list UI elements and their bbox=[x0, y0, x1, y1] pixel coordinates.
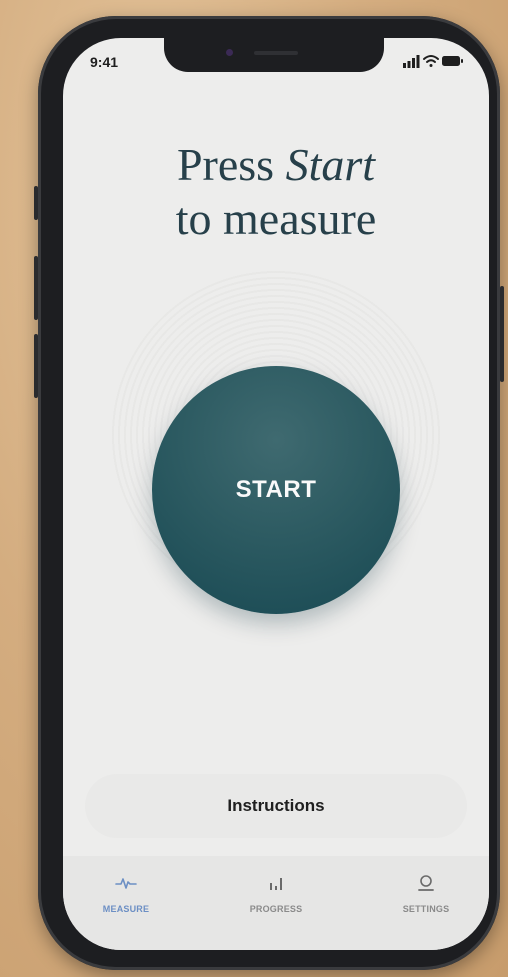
headline-line1: Press Start bbox=[63, 138, 489, 192]
wifi-icon bbox=[423, 55, 439, 67]
power-button bbox=[500, 286, 504, 382]
headline-line2: to measure bbox=[175, 193, 377, 244]
tab-measure-label: MEASURE bbox=[102, 904, 150, 914]
tab-settings-label: SETTINGS bbox=[402, 904, 450, 914]
tab-settings[interactable]: SETTINGS bbox=[371, 874, 481, 914]
instructions-button[interactable]: Instructions bbox=[85, 774, 467, 838]
headline-prefix: Press bbox=[176, 139, 286, 190]
tab-progress-label: PROGRESS bbox=[249, 904, 303, 914]
headline-emphasis: Start bbox=[285, 139, 376, 190]
tab-measure[interactable]: MEASURE bbox=[71, 874, 181, 914]
tab-bar: MEASURE PROGRESS SETTINGS bbox=[63, 856, 489, 950]
speaker-grille bbox=[254, 51, 298, 55]
pulse-icon bbox=[115, 878, 137, 889]
app-screen: 9:41 Press Start to measure START Instru… bbox=[63, 38, 489, 950]
start-button-label: START bbox=[235, 476, 317, 503]
volume-up-button bbox=[34, 256, 38, 320]
front-camera bbox=[226, 49, 233, 56]
battery-icon bbox=[442, 56, 463, 66]
status-icons bbox=[403, 55, 463, 68]
status-time: 9:41 bbox=[90, 54, 119, 70]
tab-progress[interactable]: PROGRESS bbox=[221, 874, 331, 914]
instructions-button-label: Instructions bbox=[227, 796, 325, 815]
volume-down-button bbox=[34, 334, 38, 398]
mute-switch bbox=[34, 186, 38, 220]
signal-icon bbox=[403, 55, 420, 68]
start-button[interactable]: START bbox=[152, 366, 400, 614]
profile-icon bbox=[418, 875, 434, 891]
bar-chart-icon bbox=[270, 878, 282, 890]
notch bbox=[164, 38, 384, 72]
page-title: Press Start to measure bbox=[63, 138, 489, 246]
